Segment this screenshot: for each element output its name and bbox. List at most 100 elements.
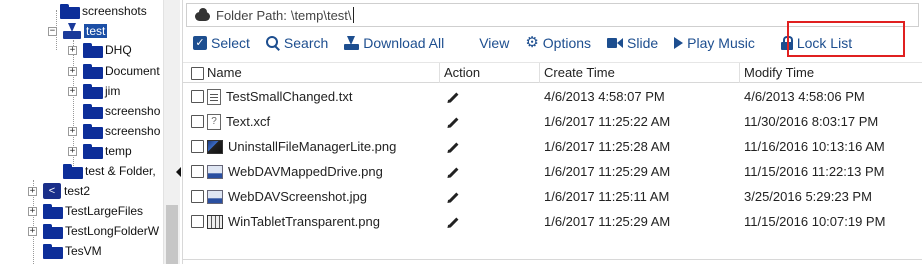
folder-icon (43, 223, 63, 239)
expand-icon[interactable]: + (68, 66, 77, 76)
tree-item-screenshots-2[interactable]: + screensho (68, 121, 160, 141)
tree-item-screenshots[interactable]: screenshots (60, 1, 147, 21)
file-name: WinTabletTransparent.png (228, 214, 380, 229)
collapse-pane-arrow-icon[interactable] (176, 167, 181, 177)
file-list-pane: Folder Path: \temp\test\ ✓ Select Search… (182, 0, 922, 264)
tree-item-label: Document (105, 64, 160, 78)
folder-icon (83, 83, 103, 99)
tree-item-document[interactable]: + Document (68, 61, 160, 81)
tree-item-testlargefiles[interactable]: + TestLargeFiles (28, 201, 143, 221)
expand-icon[interactable]: + (68, 126, 77, 136)
search-icon (265, 36, 280, 50)
row-checkbox[interactable] (191, 140, 204, 153)
play-music-label: Play Music (687, 35, 755, 51)
folder-icon (83, 103, 103, 119)
table-row[interactable]: WebDAVScreenshot.jpg 1/6/2017 11:25:11 A… (183, 184, 922, 209)
table-row[interactable]: UninstallFileManagerLite.png 1/6/2017 11… (183, 134, 922, 159)
tree-item-jim[interactable]: + jim (68, 81, 120, 101)
tree-item-tesvm[interactable]: TesVM (43, 241, 102, 261)
view-label: View (479, 35, 510, 51)
file-name: WebDAVScreenshot.jpg (228, 189, 367, 204)
folder-icon (83, 63, 103, 79)
folder-icon (63, 163, 83, 179)
tree-item-label: TesVM (65, 244, 102, 258)
row-checkbox[interactable] (191, 190, 204, 203)
file-name-cell[interactable]: WebDAVMappedDrive.png (207, 159, 383, 184)
text-cursor (352, 7, 354, 23)
table-row[interactable]: TestSmallChanged.txt 4/6/2013 4:58:07 PM… (183, 84, 922, 109)
view-button[interactable]: View (450, 31, 515, 55)
expand-icon[interactable]: + (28, 226, 37, 236)
tree-item-label: test (84, 24, 108, 38)
slide-button[interactable]: Slide (597, 31, 664, 55)
create-time-cell: 1/6/2017 11:25:29 AM (544, 214, 671, 229)
table-row[interactable]: WinTabletTransparent.png 1/6/2017 11:25:… (183, 209, 922, 234)
cloud-icon (195, 7, 210, 21)
tree-item-label: TestLongFolderW (65, 224, 160, 238)
table-header: Name Action Create Time Modify Time (183, 62, 922, 83)
column-header-action[interactable]: Action (439, 63, 539, 83)
options-button[interactable]: ⚙ Options (515, 31, 597, 55)
expand-icon[interactable]: + (28, 206, 37, 216)
file-name-cell[interactable]: ? Text.xcf (207, 109, 270, 134)
search-label: Search (283, 35, 329, 51)
column-header-create-time[interactable]: Create Time (539, 63, 739, 83)
file-name-cell[interactable]: WebDAVScreenshot.jpg (207, 184, 367, 209)
search-button[interactable]: Search (256, 31, 334, 55)
modify-time-cell: 11/15/2016 10:07:19 PM (744, 214, 886, 229)
image-file-icon (207, 214, 223, 229)
modify-time-cell: 11/30/2016 8:03:17 PM (744, 114, 879, 129)
table-bottom-border (183, 259, 922, 260)
select-label: Select (211, 35, 250, 51)
create-time-cell: 4/6/2013 4:58:07 PM (544, 89, 665, 104)
tree-item-label: TestLargeFiles (65, 204, 144, 218)
row-checkbox[interactable] (191, 115, 204, 128)
row-checkbox[interactable] (191, 90, 204, 103)
download-icon (344, 36, 360, 50)
collapse-icon[interactable]: − (48, 26, 57, 36)
folder-icon (83, 143, 103, 159)
tree-item-testlongfolder[interactable]: + TestLongFolderW (28, 221, 159, 241)
tree-scrollbar[interactable] (163, 0, 180, 264)
file-manager-window: screenshots − test + DHQ + Document + ji… (0, 0, 922, 264)
expand-icon[interactable]: + (28, 186, 37, 196)
folder-path-value[interactable]: \temp\test\ (291, 8, 352, 23)
file-name-cell[interactable]: WinTabletTransparent.png (207, 209, 380, 234)
tree-item-test-folder[interactable]: test & Folder, (63, 161, 156, 181)
file-name: Text.xcf (226, 114, 271, 129)
modify-time-cell: 11/16/2016 10:13:16 AM (744, 139, 885, 154)
image-file-icon (207, 189, 223, 204)
folder-icon (60, 3, 80, 19)
tree-item-label: screensho (105, 104, 161, 118)
table-row[interactable]: ? Text.xcf 1/6/2017 11:25:22 AM 11/30/20… (183, 109, 922, 134)
tree-item-screenshots-1[interactable]: screensho (83, 101, 160, 121)
expand-icon[interactable]: + (68, 86, 77, 96)
play-music-button[interactable]: Play Music (664, 31, 761, 55)
download-all-button[interactable]: Download All (334, 31, 450, 55)
file-name: UninstallFileManagerLite.png (228, 139, 397, 154)
expand-icon[interactable]: + (68, 146, 77, 156)
column-header-modify-time[interactable]: Modify Time (739, 63, 922, 83)
scrollbar-thumb[interactable] (166, 205, 178, 264)
tree-item-test2[interactable]: + < test2 (28, 181, 90, 201)
file-name-cell[interactable]: TestSmallChanged.txt (207, 84, 352, 109)
table-row[interactable]: WebDAVMappedDrive.png 1/6/2017 11:25:29 … (183, 159, 922, 184)
folder-icon (83, 123, 103, 139)
tree-item-label: screenshots (82, 4, 147, 18)
column-header-name[interactable]: Name (203, 63, 439, 83)
tree-item-dhq[interactable]: + DHQ (68, 40, 132, 60)
create-time-cell: 1/6/2017 11:25:22 AM (544, 114, 671, 129)
options-label: Options (542, 35, 592, 51)
row-checkbox[interactable] (191, 215, 204, 228)
tree-item-label: test2 (64, 184, 91, 198)
select-button[interactable]: ✓ Select (183, 31, 256, 55)
tree-item-test[interactable]: − test (48, 21, 108, 41)
file-name-cell[interactable]: UninstallFileManagerLite.png (207, 134, 396, 159)
expand-icon[interactable]: + (68, 45, 77, 55)
unknown-file-icon: ? (207, 113, 221, 130)
download-folder-icon (63, 23, 81, 39)
tree-item-temp[interactable]: + temp (68, 141, 132, 161)
create-time-cell: 1/6/2017 11:25:11 AM (544, 189, 670, 204)
row-checkbox[interactable] (191, 165, 204, 178)
download-all-label: Download All (363, 35, 445, 51)
